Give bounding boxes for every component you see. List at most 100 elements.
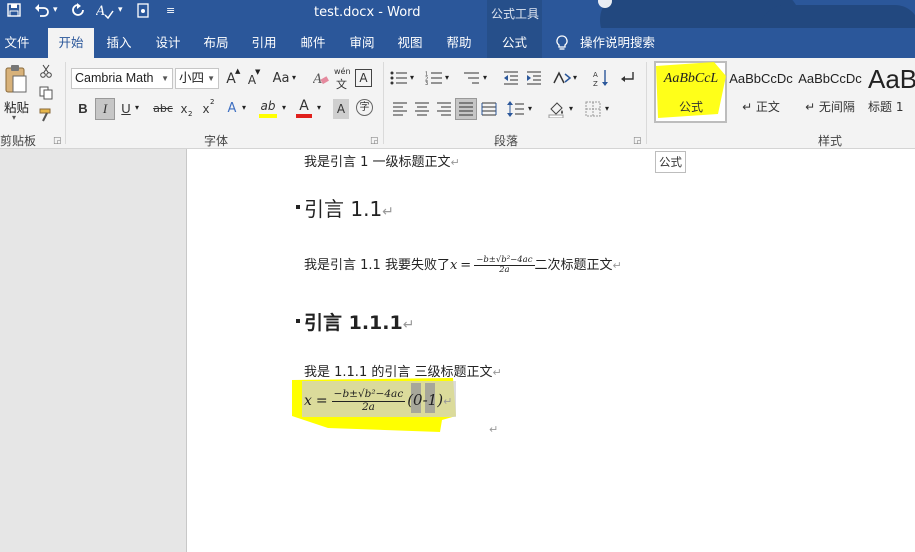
tab-insert[interactable]: 插入 bbox=[96, 28, 142, 58]
char-border-button[interactable]: A bbox=[355, 69, 372, 87]
ribbon-tabs: 文件 开始 插入 设计 布局 引用 邮件 审阅 视图 帮助 公式 操作说明搜索 bbox=[0, 28, 915, 58]
sort-icon[interactable]: AZ bbox=[593, 69, 609, 90]
chinese-layout-icon[interactable] bbox=[552, 70, 572, 89]
enclose-chars-button[interactable]: 字 bbox=[356, 99, 373, 116]
font-group-label: 字体 bbox=[204, 134, 229, 148]
increase-indent-icon[interactable] bbox=[526, 71, 542, 88]
style-sample: AaBbCcDc bbox=[729, 71, 793, 86]
chevron-down-icon: ▾ bbox=[605, 104, 610, 113]
tab-layout[interactable]: 布局 bbox=[193, 28, 239, 58]
undo-icon[interactable] bbox=[34, 3, 50, 21]
chevron-down-icon: ▾ bbox=[569, 104, 574, 113]
decrease-indent-icon[interactable] bbox=[503, 71, 519, 88]
chevron-down-icon: ▾ bbox=[445, 73, 450, 82]
chevron-down-icon: ▾ bbox=[410, 73, 415, 82]
char-shading-button[interactable]: A bbox=[333, 99, 349, 119]
align-right-icon[interactable] bbox=[436, 102, 452, 119]
multilevel-list-icon[interactable] bbox=[462, 71, 480, 88]
paste-label[interactable]: 粘贴 bbox=[4, 97, 29, 116]
empty-paragraph[interactable]: ↵ bbox=[489, 422, 498, 437]
strikethrough-button[interactable]: abc bbox=[152, 99, 174, 119]
phonetic-guide-button[interactable]: 文 bbox=[336, 76, 347, 92]
italic-button[interactable]: I bbox=[95, 98, 115, 120]
bold-button[interactable]: B bbox=[75, 99, 91, 119]
highlight-button[interactable]: ab bbox=[259, 96, 277, 116]
heading-3[interactable]: 引言 1.1.1↵ bbox=[304, 308, 414, 335]
numbering-icon[interactable]: 123 bbox=[425, 71, 443, 88]
chevron-down-icon: ▾ bbox=[483, 73, 488, 82]
tab-references[interactable]: 引用 bbox=[241, 28, 287, 58]
tell-me-search[interactable]: 操作说明搜索 bbox=[580, 28, 656, 58]
font-size-value: 小四 bbox=[179, 71, 205, 85]
style-equation[interactable]: AaBbCcL 公式 bbox=[656, 64, 726, 122]
tab-home[interactable]: 开始 bbox=[48, 28, 94, 58]
paragraph-level2-body[interactable]: 我是引言 1.1 我要失败了x = −b±√b²−4ac 2a 二次标题正文↵ bbox=[304, 253, 622, 283]
change-case-button[interactable]: Aa bbox=[271, 69, 291, 89]
format-painter-icon[interactable] bbox=[39, 108, 53, 125]
divider bbox=[65, 62, 66, 144]
tab-mailings[interactable]: 邮件 bbox=[290, 28, 336, 58]
spelling-icon[interactable]: A bbox=[95, 3, 114, 23]
style-normal[interactable]: AaBbCcDc ↵ 正文 bbox=[729, 64, 793, 122]
paragraph-group-label: 段落 bbox=[494, 134, 519, 148]
chevron-down-icon: ▾ bbox=[135, 103, 140, 112]
cut-icon[interactable] bbox=[39, 64, 53, 81]
tab-equation[interactable]: 公式 bbox=[487, 28, 542, 58]
show-marks-icon[interactable] bbox=[619, 70, 635, 89]
tab-help[interactable]: 帮助 bbox=[436, 28, 482, 58]
style-name: ↵ 无间隔 bbox=[805, 100, 855, 114]
touch-mode-icon[interactable] bbox=[137, 3, 150, 22]
title-bar: ▾ A ▾ ≡ test.docx - Word 公式工具 bbox=[0, 0, 915, 58]
clear-format-icon[interactable]: A bbox=[312, 70, 329, 89]
align-left-icon[interactable] bbox=[392, 102, 408, 119]
heading-bullet-icon bbox=[296, 319, 300, 323]
document-title: test.docx - Word bbox=[314, 5, 421, 20]
tab-review[interactable]: 审阅 bbox=[339, 28, 385, 58]
tab-design[interactable]: 设计 bbox=[145, 28, 191, 58]
customize-qat-icon[interactable]: ≡ bbox=[166, 4, 175, 17]
display-equation[interactable]: x = −b±√b²−4ac 2a (0-1)↵ bbox=[304, 383, 452, 417]
divider bbox=[383, 62, 384, 144]
spelling-dropdown-icon[interactable]: ▾ bbox=[118, 5, 123, 15]
bullets-icon[interactable] bbox=[390, 71, 408, 88]
svg-text:A: A bbox=[96, 4, 105, 19]
justify-button[interactable] bbox=[455, 98, 477, 120]
style-name: 标题 1 bbox=[868, 100, 904, 114]
paste-icon[interactable] bbox=[4, 64, 28, 97]
paragraph-level1-body[interactable]: 我是引言 1 一级标题正文↵ bbox=[304, 151, 460, 170]
style-tooltip: 公式 bbox=[655, 151, 686, 173]
tab-view[interactable]: 视图 bbox=[387, 28, 433, 58]
font-color-button[interactable]: A bbox=[296, 96, 312, 116]
line-spacing-icon[interactable] bbox=[507, 101, 525, 120]
heading-2[interactable]: 引言 1.1↵ bbox=[304, 193, 394, 222]
font-name-dropdown[interactable]: Cambria Math ▼ bbox=[71, 68, 173, 89]
superscript-mark: 2 bbox=[210, 98, 215, 106]
paragraph-launcher-icon[interactable]: ◲ bbox=[633, 136, 642, 146]
tab-file[interactable]: 文件 bbox=[0, 28, 34, 58]
chevron-down-icon: ▾ bbox=[317, 103, 322, 112]
copy-icon[interactable] bbox=[39, 86, 53, 103]
save-icon[interactable] bbox=[7, 3, 21, 21]
phonetic-guide-top[interactable]: wén bbox=[334, 67, 351, 76]
chevron-down-icon: ▾ bbox=[573, 73, 578, 82]
align-center-icon[interactable] bbox=[414, 102, 430, 119]
style-no-spacing[interactable]: AaBbCcDc ↵ 无间隔 bbox=[798, 64, 862, 122]
paragraph-mark: ↵ bbox=[492, 366, 502, 379]
underline-button[interactable]: U bbox=[119, 99, 133, 119]
text-effects-button[interactable]: A bbox=[225, 99, 239, 119]
distributed-icon[interactable] bbox=[481, 102, 497, 119]
document-page[interactable] bbox=[186, 149, 915, 552]
borders-icon[interactable] bbox=[585, 101, 601, 120]
font-size-dropdown[interactable]: 小四 ▼ bbox=[175, 68, 219, 89]
style-heading-1[interactable]: AaB 标题 1 bbox=[868, 64, 915, 122]
font-name-value: Cambria Math bbox=[75, 71, 154, 85]
paste-dropdown-icon[interactable]: ▾ bbox=[12, 113, 16, 122]
paragraph-mark: ↵ bbox=[402, 317, 415, 333]
divider bbox=[646, 62, 647, 144]
clipboard-launcher-icon[interactable]: ◲ bbox=[53, 136, 62, 146]
paragraph-mark: ↵ bbox=[450, 156, 460, 169]
font-launcher-icon[interactable]: ◲ bbox=[370, 136, 379, 146]
redo-icon[interactable] bbox=[70, 3, 86, 21]
shading-icon[interactable] bbox=[548, 100, 566, 121]
undo-dropdown-icon[interactable]: ▾ bbox=[53, 5, 58, 15]
